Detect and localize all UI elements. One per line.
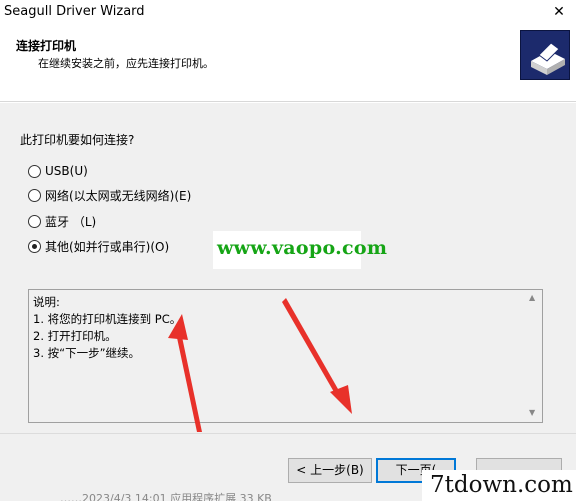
window-title: Seagull Driver Wizard — [4, 4, 145, 19]
radio-bluetooth[interactable] — [28, 214, 41, 228]
page-title: 连接打印机 — [16, 39, 77, 53]
description-scrollbar[interactable]: ▲ ▼ — [525, 290, 542, 422]
scroll-down-icon[interactable]: ▼ — [529, 408, 535, 417]
scroll-up-icon[interactable]: ▲ — [529, 293, 535, 302]
option-other[interactable]: 其他(如并行或串行)(O) — [28, 237, 169, 255]
wizard-header: 连接打印机 在继续安装之前，应先连接打印机。 — [0, 24, 576, 102]
connection-question: 此打印机要如何连接? — [20, 133, 135, 147]
option-network-label: 网络(以太网或无线网络)(E) — [45, 188, 192, 203]
radio-network[interactable] — [28, 188, 41, 202]
back-button[interactable]: < 上一步(B) — [288, 458, 372, 483]
watermark-text: www.vaopo.com — [217, 237, 388, 259]
page-subtitle: 在继续安装之前，应先连接打印机。 — [38, 57, 214, 70]
watermark-7tdown-text: 7tdown.com — [430, 472, 573, 498]
watermark-vaopo: www.vaopo.com — [213, 231, 387, 269]
option-bluetooth-label: 蓝牙 （L) — [45, 214, 97, 229]
description-line: 1. 将您的打印机连接到 PC。 — [33, 312, 182, 326]
option-other-label: 其他(如并行或串行)(O) — [45, 239, 170, 254]
option-usb[interactable]: USB(U) — [28, 162, 88, 180]
radio-usb[interactable] — [28, 164, 41, 178]
description-line: 3. 按“下一步”继续。 — [33, 346, 141, 360]
description-heading: 说明: — [33, 295, 60, 309]
wizard-footer: < 上一步(B) 下一页( ……2023/4/3 14:01 应用程序扩展 33… — [0, 433, 576, 501]
option-usb-label: USB(U) — [45, 164, 88, 178]
description-box: 说明: 1. 将您的打印机连接到 PC。 2. 打开打印机。 3. 按“下一步”… — [28, 289, 543, 423]
radio-other[interactable] — [28, 239, 41, 253]
watermark-7tdown: 7tdown.com — [422, 470, 576, 501]
option-network[interactable]: 网络(以太网或无线网络)(E) — [28, 186, 191, 204]
title-bar: Seagull Driver Wizard ✕ — [0, 0, 576, 24]
close-icon[interactable]: ✕ — [548, 2, 570, 22]
wizard-body: 此打印机要如何连接? USB(U) 网络(以太网或无线网络)(E) 蓝牙 （L)… — [0, 103, 576, 433]
description-line: 2. 打开打印机。 — [33, 329, 117, 343]
option-bluetooth[interactable]: 蓝牙 （L) — [28, 212, 96, 230]
printer-icon — [520, 30, 570, 80]
background-file-row: ……2023/4/3 14:01 应用程序扩展 33 KB — [60, 492, 272, 501]
